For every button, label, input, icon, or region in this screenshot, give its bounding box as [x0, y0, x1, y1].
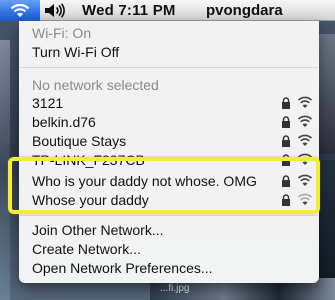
wifi-icon	[10, 3, 30, 17]
wifi-dropdown-menu: Wi-Fi: On Turn Wi-Fi Off No network sele…	[19, 21, 319, 283]
volume-icon[interactable]	[44, 3, 66, 18]
wifi-signal-icon	[297, 134, 313, 146]
open-network-preferences-item[interactable]: Open Network Preferences...	[32, 260, 213, 276]
network-name: Boutique Stays	[32, 133, 127, 149]
wifi-signal-icon	[297, 96, 313, 108]
lock-icon	[282, 116, 290, 128]
menu-separator	[20, 67, 318, 68]
wifi-status-text: Wi-Fi: On	[32, 25, 92, 41]
wifi-signal-icon	[297, 115, 313, 127]
wifi-menu-extra[interactable]	[0, 0, 40, 21]
create-network-item[interactable]: Create Network...	[32, 241, 141, 257]
network-name: 3121	[32, 95, 64, 111]
clock[interactable]: Wed 7:11 PM	[82, 2, 176, 19]
lock-icon	[282, 135, 290, 147]
desktop-file-label: ...fi.jpg	[160, 283, 190, 294]
user-menu[interactable]: pvongdara	[206, 2, 283, 19]
desktop-window-edge	[318, 34, 335, 154]
join-other-network-item[interactable]: Join Other Network...	[32, 222, 164, 238]
menu-separator	[20, 215, 318, 216]
turn-wifi-off-item[interactable]: Turn Wi-Fi Off	[32, 44, 119, 60]
lock-icon	[282, 97, 290, 109]
menu-bar: Wed 7:11 PM pvongdara	[0, 0, 335, 21]
network-name: belkin.d76	[32, 114, 96, 130]
no-network-text: No network selected	[32, 77, 159, 93]
annotation-highlight-box	[8, 157, 320, 214]
